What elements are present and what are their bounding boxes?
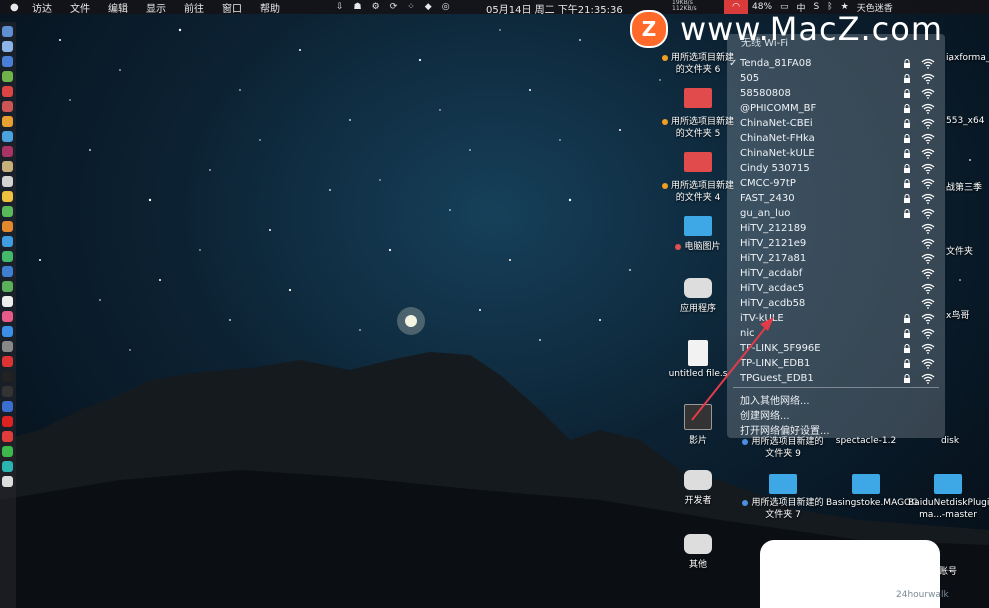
macz-logo: Z	[630, 10, 668, 48]
watermark-text: www.MacZ.com	[680, 10, 943, 48]
watermark: Z www.MacZ.com	[630, 10, 943, 48]
annotation-arrow	[691, 317, 774, 421]
